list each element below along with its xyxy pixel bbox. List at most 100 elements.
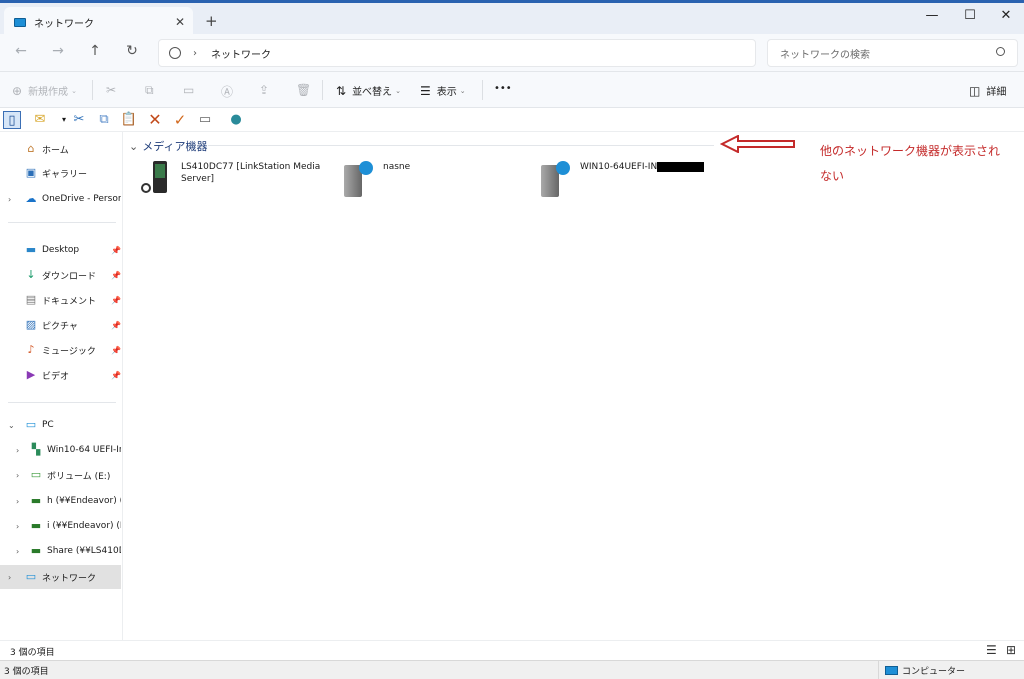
- item-count: 3 個の項目: [10, 648, 55, 658]
- classic-toolbar: ▯ ✉ ▾ ✂ ⧉ 📋 ✕ ✓ ▭ ●: [0, 108, 1024, 132]
- pin-icon[interactable]: 📌: [111, 321, 121, 330]
- pin-icon[interactable]: 📌: [111, 296, 121, 305]
- copy-icon: ⧉: [145, 83, 154, 97]
- share-button[interactable]: ⇪: [259, 83, 275, 97]
- network-drive-icon: ▬: [30, 544, 42, 557]
- chevron-right-icon[interactable]: ›: [16, 522, 19, 531]
- sidebar-item-drive-i[interactable]: › ▬ i (¥¥Endeavor) (I:): [0, 514, 121, 538]
- more-options-button[interactable]: •••: [494, 83, 512, 94]
- new-button[interactable]: ⊕ 新規作成 ⌄: [12, 83, 77, 99]
- details-button[interactable]: ◫ 詳細: [969, 83, 1007, 99]
- sidebar-item-music[interactable]: ♪ ミュージック 📌: [0, 338, 121, 362]
- details-view-icon[interactable]: ☰: [986, 643, 997, 657]
- sidebar-divider: [8, 402, 116, 403]
- chevron-down-icon: ⌄: [459, 86, 466, 95]
- details-label: 詳細: [986, 87, 1007, 98]
- file-view: ⌄ メディア機器 LS410DC77 [LinkStation Media Ser…: [124, 132, 1024, 640]
- item-label: LS410DC77 [LinkStation Media Server]: [181, 162, 321, 184]
- group-header[interactable]: ⌄ メディア機器: [129, 138, 207, 154]
- sidebar-item-gallery[interactable]: ▣ ギャラリー: [0, 161, 121, 185]
- chevron-right-icon[interactable]: ›: [16, 497, 19, 506]
- pc-icon: ▭: [25, 418, 37, 431]
- divider: [482, 80, 483, 100]
- breadcrumb[interactable]: ネットワーク: [211, 46, 271, 61]
- minimize-button[interactable]: —: [922, 8, 942, 23]
- plus-icon: ⊕: [12, 83, 23, 98]
- chevron-right-icon[interactable]: ›: [8, 195, 11, 204]
- new-tab-button[interactable]: +: [205, 12, 218, 30]
- trash-icon: 🗑: [296, 83, 312, 97]
- sidebar-item-downloads[interactable]: ↓ ダウンロード 📌: [0, 263, 121, 287]
- delete-icon[interactable]: ✕: [146, 111, 164, 129]
- pin-icon[interactable]: 📌: [111, 371, 121, 380]
- network-drive-icon: ▬: [30, 494, 42, 507]
- sidebar-item-win10-share[interactable]: › ▚ Win10-64 UEFI-Ins: [0, 438, 121, 462]
- item-label: nasne: [383, 162, 411, 172]
- close-window-button[interactable]: ✕: [996, 8, 1016, 23]
- rename-icon[interactable]: ▭: [196, 111, 214, 129]
- video-icon: ▶: [26, 368, 36, 381]
- sidebar-item-pictures[interactable]: ▨ ピクチャ 📌: [0, 313, 121, 337]
- chevron-right-icon[interactable]: ›: [16, 547, 19, 556]
- chevron-right-icon[interactable]: ›: [16, 446, 19, 455]
- zone-indicator: コンピューター: [878, 661, 965, 679]
- up-arrow-icon[interactable]: ↑: [86, 43, 104, 59]
- music-icon: ♪: [27, 343, 35, 356]
- list-item[interactable]: nasne: [341, 161, 410, 199]
- copy-icon[interactable]: ⧉: [95, 111, 113, 129]
- paste-icon[interactable]: 📋: [120, 111, 138, 129]
- maximize-button[interactable]: ☐: [960, 8, 980, 23]
- navigation-pane-icon[interactable]: ▯: [3, 111, 21, 129]
- media-server-icon: [341, 161, 377, 199]
- network-icon: ▭: [25, 570, 37, 583]
- sidebar-item-videos[interactable]: ▶ ビデオ 📌: [0, 363, 121, 387]
- copy-button[interactable]: ⧉: [145, 83, 160, 98]
- view-button[interactable]: ☰ 表示 ⌄: [420, 83, 466, 99]
- tab-network[interactable]: ネットワーク ✕: [4, 7, 193, 37]
- rename-button[interactable]: Ⓐ: [221, 83, 239, 100]
- refresh-icon[interactable]: ↻: [123, 43, 141, 59]
- cloud-icon: ☁: [25, 192, 37, 205]
- forward-arrow-icon[interactable]: →: [49, 43, 67, 59]
- command-bar: ⊕ 新規作成 ⌄ ✂ ⧉ ▭ Ⓐ ⇪ 🗑 ⇅ 並べ替え ⌄ ☰ 表示 ⌄ •••…: [0, 72, 1024, 108]
- rename-icon: Ⓐ: [221, 85, 234, 99]
- sidebar-item-pc[interactable]: ⌄ ▭ PC: [0, 413, 121, 437]
- search-input[interactable]: ネットワークの検索: [767, 39, 1018, 67]
- chevron-right-icon[interactable]: ›: [16, 471, 19, 480]
- sidebar-item-volume-e[interactable]: › ▭ ボリューム (E:): [0, 463, 121, 487]
- media-player-icon: [139, 161, 175, 199]
- address-bar-row: ← → ↑ ↻ › ネットワーク ネットワークの検索: [0, 34, 1024, 72]
- pin-icon[interactable]: 📌: [111, 346, 121, 355]
- pin-icon[interactable]: 📌: [111, 271, 121, 280]
- chevron-right-icon[interactable]: ›: [8, 573, 11, 582]
- close-tab-icon[interactable]: ✕: [175, 15, 185, 29]
- delete-button[interactable]: 🗑: [296, 83, 317, 97]
- status-bar: 3 個の項目 コンピューター: [0, 660, 1024, 679]
- sidebar-item-drive-h[interactable]: › ▬ h (¥¥Endeavor) (H: [0, 489, 121, 513]
- sort-button[interactable]: ⇅ 並べ替え ⌄: [336, 83, 401, 99]
- list-item[interactable]: LS410DC77 [LinkStation Media Server]: [139, 161, 320, 199]
- pin-icon[interactable]: 📌: [111, 246, 121, 255]
- folder-options-icon[interactable]: ✉: [31, 111, 49, 129]
- cut-icon[interactable]: ✂: [70, 111, 88, 129]
- gallery-icon: ▣: [25, 166, 37, 179]
- sidebar-item-network[interactable]: › ▭ ネットワーク: [0, 565, 121, 589]
- cut-icon: ✂: [106, 83, 117, 97]
- sidebar-item-home[interactable]: ⌂ ホーム: [0, 137, 121, 161]
- network-globe-icon[interactable]: ●: [227, 111, 245, 129]
- back-arrow-icon[interactable]: ←: [12, 43, 30, 59]
- check-icon[interactable]: ✓: [171, 111, 189, 129]
- chevron-down-icon[interactable]: ⌄: [8, 421, 15, 430]
- address-field[interactable]: › ネットワーク: [158, 39, 756, 67]
- red-arrow-annotation: [720, 135, 795, 153]
- large-icons-view-icon[interactable]: ⊞: [1006, 643, 1016, 657]
- sidebar-item-share[interactable]: › ▬ Share (¥¥LS410DC: [0, 539, 121, 563]
- list-item[interactable]: WIN10-64UEFI-IN: [538, 161, 705, 199]
- new-label: 新規作成: [28, 87, 69, 98]
- sidebar-item-documents[interactable]: ▤ ドキュメント 📌: [0, 288, 121, 312]
- cut-button[interactable]: ✂: [106, 83, 122, 97]
- sidebar-item-onedrive[interactable]: › ☁ OneDrive - Persona: [0, 187, 121, 211]
- sidebar-item-desktop[interactable]: ▬ Desktop 📌: [0, 238, 121, 262]
- paste-button[interactable]: ▭: [183, 83, 200, 97]
- search-placeholder: ネットワークの検索: [780, 49, 870, 61]
